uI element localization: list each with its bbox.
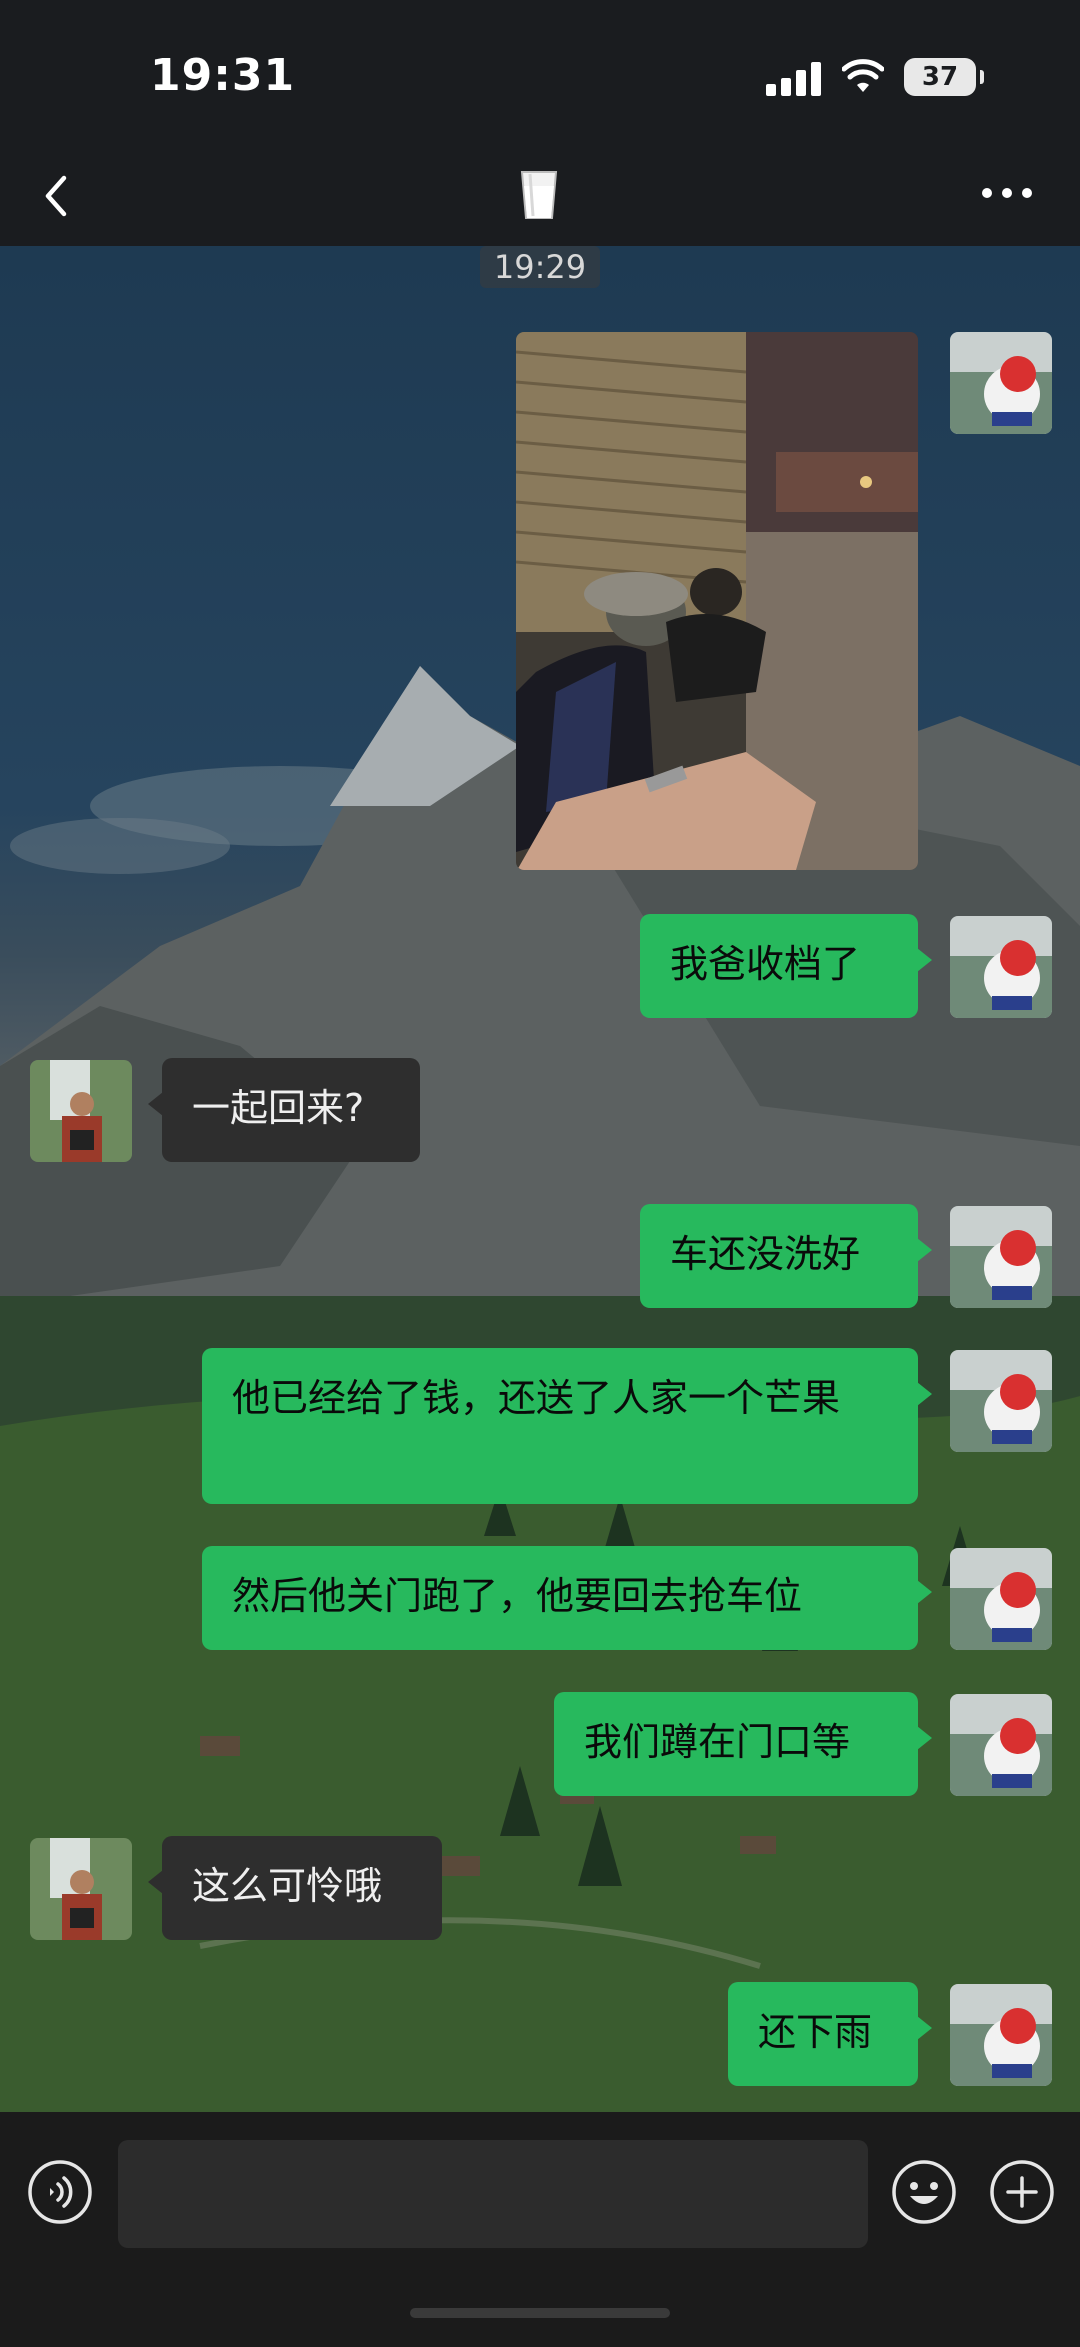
message-text-field[interactable] (118, 2140, 868, 2248)
add-attachment-icon[interactable] (988, 2158, 1056, 2226)
contact-avatar[interactable] (30, 1838, 132, 1940)
avatar-duck-image-icon (950, 332, 1052, 434)
avatar-duck-image-icon (950, 1984, 1052, 2086)
more-options-icon[interactable] (982, 188, 1034, 208)
my-avatar[interactable] (950, 1694, 1052, 1796)
battery-indicator: 37 (904, 58, 984, 96)
my-avatar[interactable] (950, 1548, 1052, 1650)
avatar-duck-image-icon (950, 1548, 1052, 1650)
outgoing-message-bubble[interactable]: 我爸收档了 (640, 914, 932, 1018)
avatar-duck-image-icon (950, 1694, 1052, 1796)
outgoing-message-bubble[interactable]: 他已经给了钱，还送了人家一个芒果 (202, 1348, 932, 1504)
contact-name-milk-emoji-icon[interactable] (516, 164, 562, 222)
outgoing-message-bubble[interactable]: 然后他关门跑了，他要回去抢车位 (202, 1546, 932, 1650)
message-input-bar (0, 2112, 1080, 2347)
avatar-duck-image-icon (950, 916, 1052, 1018)
avatar-duck-image-icon (950, 1206, 1052, 1308)
my-avatar[interactable] (950, 1350, 1052, 1452)
my-avatar[interactable] (950, 1206, 1052, 1308)
incoming-message-bubble[interactable]: 这么可怜哦 (148, 1836, 442, 1940)
status-bar: 19:31 37 (0, 0, 1080, 150)
emoji-icon[interactable] (890, 2158, 958, 2226)
outgoing-message-bubble[interactable]: 还下雨 (728, 1982, 932, 2086)
my-avatar[interactable] (950, 1984, 1052, 2086)
avatar-person-photo-icon (30, 1838, 132, 1940)
outgoing-message-bubble[interactable]: 我们蹲在门口等 (554, 1692, 932, 1796)
avatar-duck-image-icon (950, 1350, 1052, 1452)
back-chevron-icon[interactable] (36, 166, 76, 226)
chat-nav-bar (0, 150, 1080, 246)
incoming-message-bubble[interactable]: 一起回来? (148, 1058, 420, 1162)
wifi-icon (842, 59, 884, 92)
home-indicator (410, 2308, 670, 2318)
voice-input-icon[interactable] (26, 2158, 94, 2226)
avatar-person-photo-icon (30, 1060, 132, 1162)
contact-avatar[interactable] (30, 1060, 132, 1162)
message-timestamp: 19:29 (480, 246, 600, 288)
my-avatar[interactable] (950, 916, 1052, 1018)
photo-message[interactable] (516, 332, 918, 870)
cellular-signal-icon (766, 60, 822, 96)
outgoing-message-bubble[interactable]: 车还没洗好 (640, 1204, 932, 1308)
photo-thumbnail-image (516, 332, 918, 870)
my-avatar[interactable] (950, 332, 1052, 434)
status-time: 19:31 (150, 50, 296, 101)
chat-message-list[interactable]: 19:29 我爸收档了 一起回来? 车还没洗好 他已经给了钱，还送了人家一个芒果… (0, 246, 1080, 2112)
